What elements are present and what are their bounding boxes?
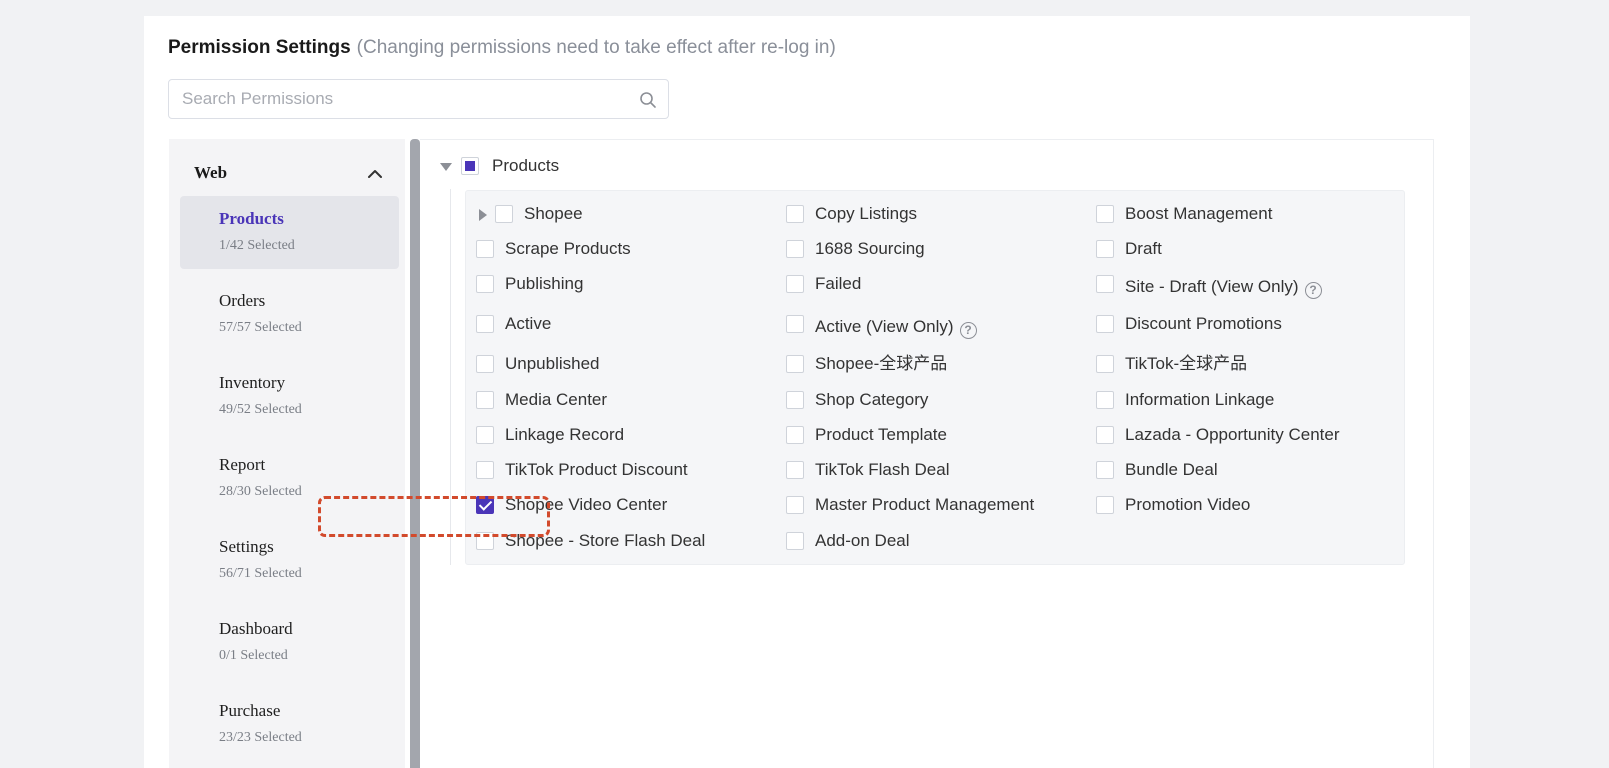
permission-settings-card: Permission Settings (Changing permissions… [144,16,1470,768]
permission-label: Master Product Management [815,495,1035,514]
sidebar-item-orders[interactable]: Orders 57/57 Selected [180,278,399,351]
checkbox[interactable] [1096,461,1114,479]
checkbox[interactable] [476,240,494,258]
permission-label: Shopee-全球产品 [815,354,948,373]
permission-label: Publishing [505,274,584,293]
page-title-text: Permission Settings [168,37,351,58]
sidebar-item-purchase[interactable]: Purchase 23/23 Selected [180,688,399,761]
sidebar-item-count: 23/23 Selected [219,730,302,745]
sidebar-item-count: 0/1 Selected [219,648,288,663]
checkbox[interactable] [1096,496,1114,514]
checkbox[interactable] [1096,315,1114,333]
checkbox[interactable] [786,461,804,479]
checkbox[interactable] [1096,355,1114,373]
sidebar-section-title: Web [194,163,228,182]
permission-label: Add-on Deal [815,531,910,550]
permission-label: Shopee [524,204,583,223]
permission-label: 1688 Sourcing [815,239,925,258]
permission-label: Unpublished [505,354,600,373]
permission-label: Shop Category [815,390,929,409]
permission-label: Lazada - Opportunity Center [1125,425,1340,444]
sidebar-item-label: Report [219,455,266,474]
permission-tree-panel: Products Shopee Copy Listings Boost Mana… [420,139,1434,768]
permission-label: Boost Management [1125,204,1273,223]
checkbox[interactable] [786,391,804,409]
permission-label: TikTok Product Discount [505,460,688,479]
permission-label-text: Site - Draft (View Only) [1125,277,1299,296]
permission-label: Site - Draft (View Only)? [1125,275,1322,299]
sidebar-item-label: Orders [219,291,266,310]
checkbox[interactable] [786,496,804,514]
search-icon[interactable] [639,91,657,109]
checkbox[interactable] [786,275,804,293]
caret-down-icon[interactable] [440,163,452,171]
checkbox[interactable] [786,532,804,550]
sidebar-item-count: 28/30 Selected [219,484,302,499]
sidebar-item-label: Dashboard [219,619,293,638]
chevron-up-icon[interactable] [366,165,384,183]
checkbox[interactable] [786,205,804,223]
permission-label: Promotion Video [1125,495,1251,514]
permission-category-sidebar: Web Products 1/42 Selected Orders 57/57 … [169,139,405,768]
checkbox[interactable] [476,275,494,293]
permission-label: TikTok Flash Deal [815,460,950,479]
search-box [168,79,669,119]
sidebar-item-label: Inventory [219,373,286,392]
permission-label: Copy Listings [815,204,918,223]
sidebar-item-products[interactable]: Products 1/42 Selected [180,196,399,269]
checkbox[interactable] [1096,275,1114,293]
checkbox[interactable] [495,205,513,223]
permission-label: Linkage Record [505,425,625,444]
permission-grid: Shopee Copy Listings Boost Management Sc… [465,190,1405,565]
permission-label: Active [505,314,552,333]
sidebar-item-label: Settings [219,537,274,556]
permission-label: Information Linkage [1125,390,1275,409]
sidebar-item-label: Products [219,209,284,228]
checkbox[interactable] [786,315,804,333]
checkbox[interactable] [786,355,804,373]
permission-label: Media Center [505,390,608,409]
permission-label: Scrape Products [505,239,631,258]
sidebar-item-label: Purchase [219,701,281,720]
checkbox[interactable] [476,315,494,333]
checkbox[interactable] [476,391,494,409]
checkbox[interactable] [1096,205,1114,223]
page-title: Permission Settings (Changing permissions… [168,36,836,60]
permission-label-text: Active (View Only) [815,317,954,336]
sidebar-item-count: 57/57 Selected [219,320,302,335]
permission-label: Failed [815,274,862,293]
sidebar-item-dashboard[interactable]: Dashboard 0/1 Selected [180,606,399,679]
sidebar-item-inventory[interactable]: Inventory 49/52 Selected [180,360,399,433]
checkbox[interactable] [476,461,494,479]
checkbox[interactable] [476,426,494,444]
group-products-label: Products [492,156,560,175]
help-icon[interactable]: ? [959,322,977,339]
sidebar-section-web[interactable]: Web [194,162,384,186]
permission-label: Product Template [815,425,947,444]
search-input[interactable] [169,80,668,118]
checkbox[interactable] [1096,240,1114,258]
group-products-checkbox[interactable] [461,157,479,175]
checkbox[interactable] [1096,391,1114,409]
checkbox[interactable] [476,355,494,373]
help-icon[interactable]: ? [1304,282,1322,299]
page-title-note: (Changing permissions need to take effec… [356,37,836,58]
permission-label: Draft [1125,239,1162,258]
checkbox[interactable] [1096,426,1114,444]
permission-label: Discount Promotions [1125,314,1282,333]
permission-label: Active (View Only)? [815,315,977,339]
sidebar-scrollbar[interactable] [410,139,420,768]
sidebar-item-count: 49/52 Selected [219,402,302,417]
permission-label: TikTok-全球产品 [1125,354,1248,373]
caret-right-icon[interactable] [479,209,487,221]
sidebar-item-count: 56/71 Selected [219,566,302,581]
checkbox[interactable] [786,426,804,444]
sidebar-item-count: 1/42 Selected [219,238,295,253]
permission-label: Bundle Deal [1125,460,1218,479]
checkbox[interactable] [786,240,804,258]
highlight-annotation [318,496,550,537]
